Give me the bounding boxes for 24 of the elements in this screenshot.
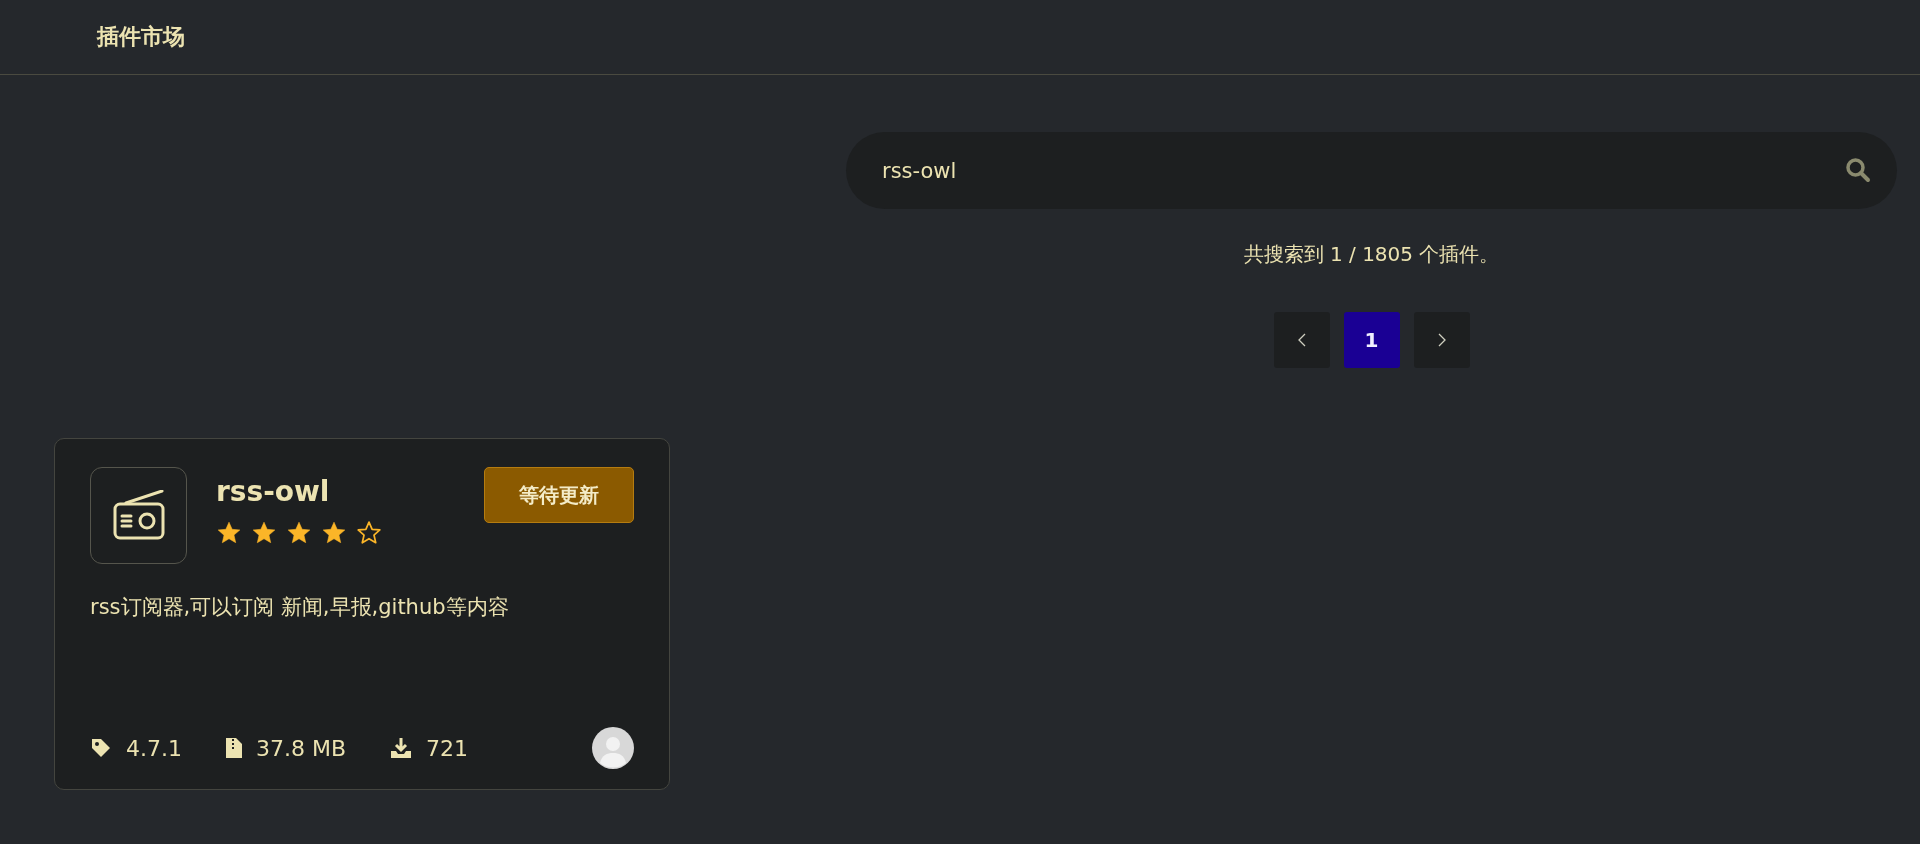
star-icon [216,520,242,546]
plugin-name: rss-owl [216,475,331,508]
search-icon[interactable] [1845,157,1871,183]
version-text: 4.7.1 [126,735,182,761]
star-icon [251,520,277,546]
size-text: 37.8 MB [256,735,347,761]
star-icon [286,520,312,546]
page-title: 插件市场 [97,23,185,51]
star-icon [356,520,382,546]
result-count: 共搜索到 1 / 1805 个插件。 [1243,241,1500,268]
download-count: 721 [426,735,469,761]
plugin-card[interactable]: rss-owl 等待更新 rss订阅器,可以订阅 新闻,早报,github等内容 4.7.1 37.8 MB 721 [54,438,670,790]
page-button[interactable]: 1 [1343,312,1400,368]
download-icon [390,737,413,759]
radio-icon [112,489,165,542]
file-icon [226,737,242,759]
status-button[interactable]: 等待更新 [484,467,634,523]
search-field[interactable]: rss-owl [846,132,1897,209]
chevron-left-icon [1297,333,1306,347]
tag-icon [90,737,112,759]
star-icon [321,520,347,546]
avatar-icon[interactable] [592,727,634,769]
chevron-right-icon [1437,333,1446,347]
plugin-description: rss订阅器,可以订阅 新闻,早报,github等内容 [90,594,510,621]
